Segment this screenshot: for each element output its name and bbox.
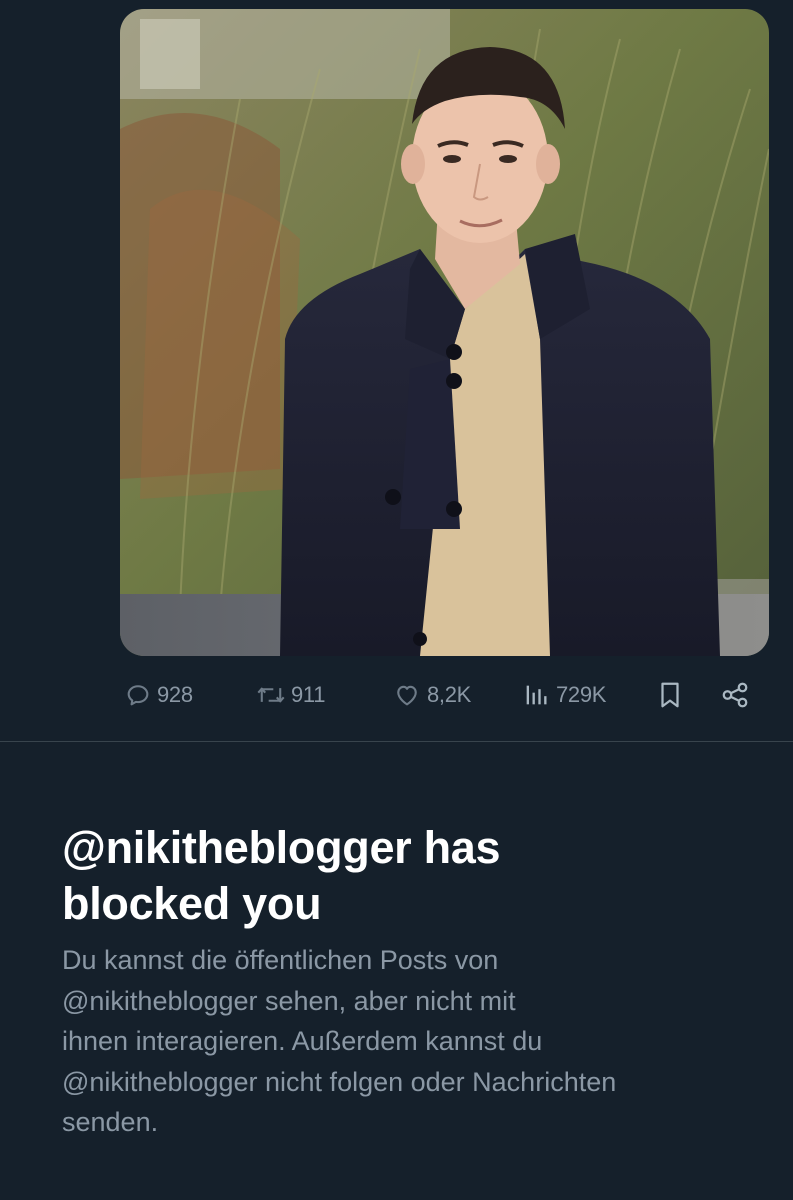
bookmark-icon (661, 682, 679, 708)
repost-icon (257, 687, 285, 703)
blocked-notice: @nikitheblogger has blocked you Du kanns… (62, 820, 762, 1143)
blocked-notice-title: @nikitheblogger has blocked you (62, 822, 501, 929)
reply-button[interactable]: 928 (124, 672, 193, 718)
post: 928 911 8,2K 729K (0, 0, 793, 741)
reply-icon (127, 685, 149, 706)
divider (0, 741, 793, 742)
like-count: 8,2K (427, 682, 472, 707)
bookmark-button[interactable] (657, 672, 683, 718)
post-action-bar: 928 911 8,2K 729K (0, 672, 793, 718)
repost-button[interactable]: 911 (256, 672, 325, 718)
blocked-notice-body: Du kannst die öffentlichen Posts von @ni… (62, 945, 617, 1137)
share-button[interactable] (720, 672, 750, 718)
views-icon (526, 685, 547, 705)
views-button[interactable]: 729K (521, 672, 606, 718)
reply-count: 928 (157, 682, 193, 707)
photo-person-outdoors-image (120, 9, 769, 656)
post-photo[interactable] (120, 9, 769, 656)
like-button[interactable]: 8,2K (392, 672, 471, 718)
heart-icon (397, 685, 417, 706)
views-count: 729K (556, 682, 607, 707)
share-icon (722, 682, 748, 708)
repost-count: 911 (291, 682, 326, 707)
